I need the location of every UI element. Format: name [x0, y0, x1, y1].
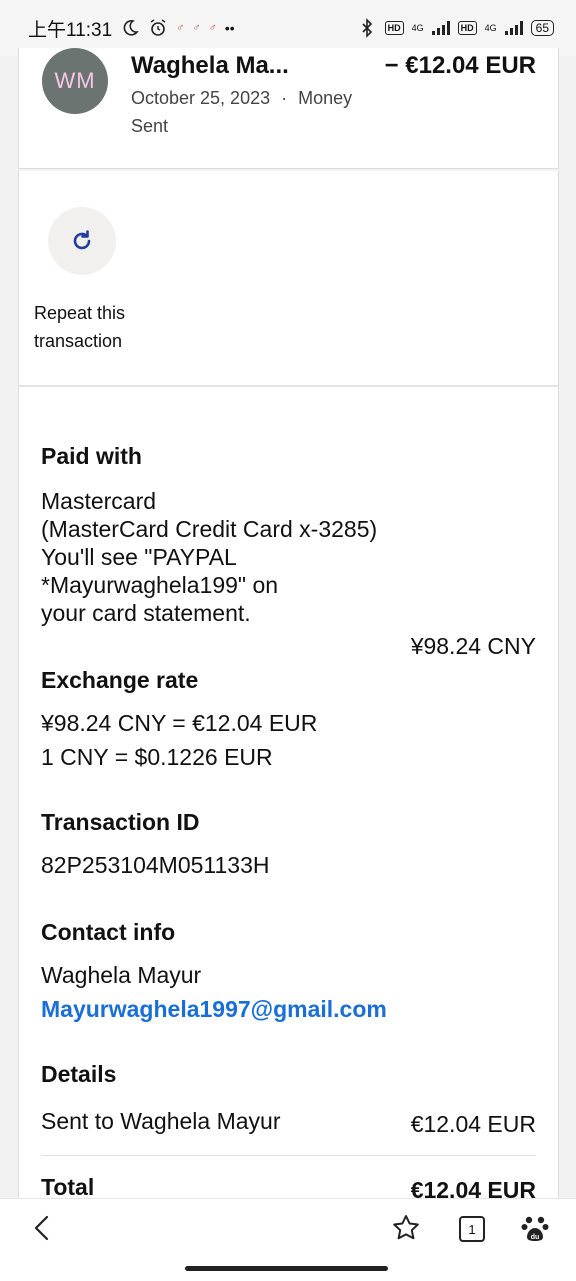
alarm-icon — [150, 19, 166, 36]
bookmark-star-icon[interactable] — [391, 1213, 421, 1243]
paid-with-line3: You'll see "PAYPAL — [41, 544, 237, 570]
bluetooth-icon — [362, 18, 372, 38]
notification-icon-1: ♂ — [176, 22, 185, 34]
repeat-transaction-label[interactable]: Repeat this transaction — [34, 299, 174, 355]
signal-bars-2-icon — [504, 21, 523, 35]
avatar: WM — [42, 48, 108, 114]
signal-bars-1-icon — [431, 21, 450, 35]
transaction-amount: − €12.04 EUR — [384, 52, 536, 79]
more-notifications-icon: •• — [224, 20, 235, 36]
refresh-icon — [73, 230, 91, 250]
tabs-count-button[interactable]: 1 — [459, 1216, 485, 1242]
moon-icon — [123, 20, 139, 36]
details-divider — [41, 1155, 536, 1156]
svg-text:du: du — [531, 1234, 540, 1241]
paid-with-title: Paid with — [41, 443, 142, 469]
status-time: 上午11:31 — [28, 19, 113, 41]
repeat-card: Repeat this transaction — [18, 171, 559, 387]
status-left: 上午11:31 ♂ ♂ ♂ •• — [28, 15, 235, 42]
exchange-rate-line2: 1 CNY = $0.1226 EUR — [41, 744, 273, 770]
home-indicator — [185, 1266, 388, 1271]
paid-with-amount: ¥98.24 CNY — [410, 633, 536, 659]
repeat-transaction-button[interactable] — [48, 207, 116, 275]
contact-name: Waghela Mayur — [41, 962, 202, 988]
subtitle-separator: · — [281, 88, 288, 108]
recipient-name: Waghela Ma... — [131, 52, 289, 79]
transaction-id-value: 82P253104M051133H — [41, 852, 270, 878]
contact-email-link[interactable]: Mayurwaghela1997@gmail.com — [41, 995, 387, 1023]
network-label-2: 4G — [484, 23, 497, 33]
notification-icon-2: ♂ — [192, 22, 201, 34]
transaction-content: WM Waghela Ma... − €12.04 EUR October 25… — [18, 48, 559, 1207]
transaction-details-card: Paid with Mastercard (MasterCard Credit … — [18, 387, 559, 1207]
transaction-summary-card: WM Waghela Ma... − €12.04 EUR October 25… — [18, 48, 559, 169]
paid-with-line2: (MasterCard Credit Card x-3285) — [41, 516, 378, 542]
baidu-paw-icon[interactable]: du — [520, 1213, 550, 1243]
transaction-date: October 25, 2023 — [131, 88, 271, 108]
total-label: Total — [41, 1174, 95, 1200]
hd-badge-1: HD — [384, 21, 404, 35]
details-sent-to: Sent to Waghela Mayur — [41, 1108, 281, 1134]
transaction-id-title: Transaction ID — [41, 809, 200, 835]
battery-icon: 65 — [530, 20, 554, 36]
paid-with-line4: *Mayurwaghela199" on — [41, 572, 279, 598]
details-sent-amount: €12.04 EUR — [410, 1111, 536, 1137]
details-title: Details — [41, 1061, 117, 1087]
paid-with-line5: your card statement. — [41, 600, 251, 626]
notification-icon-3: ♂ — [208, 22, 217, 34]
exchange-rate-title: Exchange rate — [41, 667, 199, 693]
exchange-rate-line1: ¥98.24 CNY = €12.04 EUR — [41, 710, 318, 736]
contact-info-title: Contact info — [41, 919, 176, 945]
status-right: HD 4G HD 4G 65 — [357, 18, 554, 38]
back-arrow-icon[interactable] — [28, 1213, 58, 1243]
network-label-1: 4G — [411, 23, 424, 33]
hd-badge-2: HD — [457, 21, 477, 35]
transaction-subtitle: October 25, 2023 · Money Sent — [131, 84, 391, 140]
paid-with-line1: Mastercard — [41, 488, 157, 514]
